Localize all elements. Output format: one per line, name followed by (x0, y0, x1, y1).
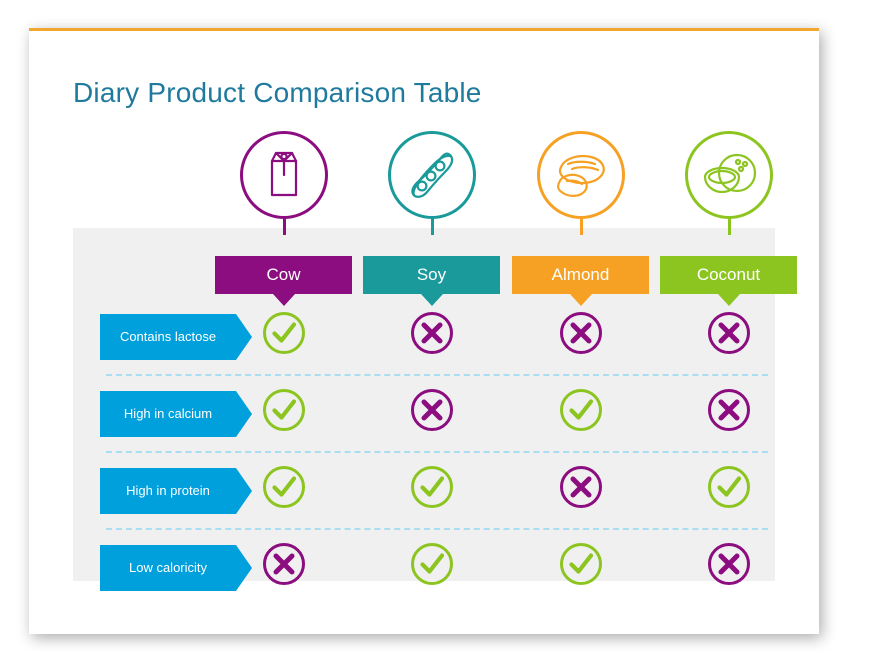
coconut-icon (685, 131, 773, 219)
column-header-label: Coconut (696, 265, 761, 284)
column-header-cow[interactable]: Cow (215, 256, 352, 306)
row-tag-pointer (236, 468, 252, 514)
check-circle-icon (262, 311, 306, 355)
column-icon-soy (387, 131, 476, 235)
check-circle-icon (559, 542, 603, 586)
row-label-tag[interactable]: High in calcium (100, 391, 252, 437)
column-icon-cow (239, 131, 328, 235)
column-header-label: Almond (551, 265, 610, 284)
row-tag-pointer (236, 391, 252, 437)
row-label-text: Low caloricity (128, 560, 208, 575)
icon-stem (579, 217, 583, 235)
row-label-tag[interactable]: High in protein (100, 468, 252, 514)
check-circle-icon (707, 465, 751, 509)
row-label-tag[interactable]: Contains lactose (100, 314, 252, 360)
soy-pod-icon (388, 131, 476, 219)
icon-stem (282, 217, 286, 235)
column-header-pointer (272, 294, 295, 306)
row-divider (106, 451, 768, 453)
column-header-almond[interactable]: Almond (512, 256, 649, 306)
check-circle-icon (262, 388, 306, 432)
row-label-text: Contains lactose (119, 329, 217, 344)
column-icon-almond (536, 131, 625, 235)
milk-carton-icon (240, 131, 328, 219)
check-circle-icon (262, 465, 306, 509)
row-divider (106, 528, 768, 530)
icon-stem (430, 217, 434, 235)
cross-circle-icon (707, 542, 751, 586)
cross-circle-icon (559, 311, 603, 355)
column-icon-coconut (684, 131, 773, 235)
check-circle-icon (410, 465, 454, 509)
check-circle-icon (559, 388, 603, 432)
column-header-pointer (569, 294, 592, 306)
column-header-pointer (717, 294, 740, 306)
cross-circle-icon (707, 311, 751, 355)
column-header-pointer (420, 294, 443, 306)
slide-card: Diary Product Comparison Table Cow Soy Alm… (29, 28, 819, 634)
column-header-coconut[interactable]: Coconut (660, 256, 797, 306)
check-circle-icon (410, 542, 454, 586)
row-tag-pointer (236, 545, 252, 591)
icon-stem (727, 217, 731, 235)
almond-icon (537, 131, 625, 219)
column-header-label: Soy (416, 265, 447, 284)
cross-circle-icon (262, 542, 306, 586)
cross-circle-icon (410, 388, 454, 432)
column-header-soy[interactable]: Soy (363, 256, 500, 306)
column-header-label: Cow (266, 265, 301, 284)
cross-circle-icon (559, 465, 603, 509)
cross-circle-icon (410, 311, 454, 355)
row-tag-pointer (236, 314, 252, 360)
cross-circle-icon (707, 388, 751, 432)
row-label-text: High in protein (126, 483, 210, 498)
row-label-tag[interactable]: Low caloricity (100, 545, 252, 591)
row-divider (106, 374, 768, 376)
page-title: Diary Product Comparison Table (73, 76, 482, 108)
slide-top-accent-bar (29, 28, 819, 31)
row-label-text: High in calcium (123, 406, 213, 421)
